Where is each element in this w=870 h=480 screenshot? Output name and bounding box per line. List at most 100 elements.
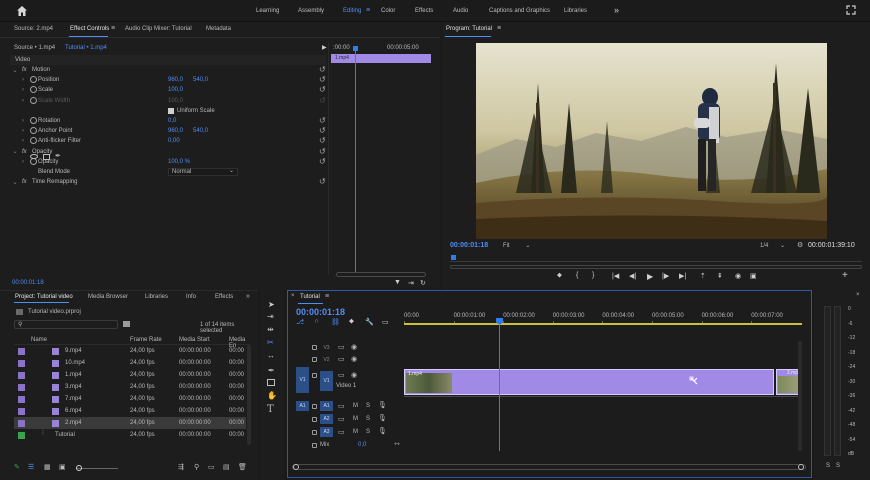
track-lock-icon[interactable] (312, 373, 317, 378)
program-zoom-bar[interactable] (450, 265, 862, 269)
workspace-tab-4[interactable]: Effects (415, 8, 433, 14)
sync-lock-icon[interactable]: ▭ (338, 343, 345, 351)
workspace-tab-6[interactable]: Captions and Graphics (489, 8, 550, 14)
source-label[interactable]: Source • 1.mp4 (14, 45, 55, 51)
chevron-icon[interactable]: ⌄ (12, 148, 18, 155)
project-item-row[interactable]: 6.mp4 24,00 fps 00:00:00:00 00:00 (14, 405, 246, 417)
razor-tool-icon[interactable]: ✂ (267, 338, 274, 347)
project-item-row[interactable]: 3.mp4 24,00 fps 00:00:00:00 00:00 (14, 381, 246, 393)
track-lock-icon[interactable] (312, 417, 317, 422)
automate-to-sequence-icon[interactable]: ⇶ (178, 463, 184, 471)
solo-button[interactable]: S (366, 403, 370, 409)
label-color-swatch[interactable] (18, 420, 25, 427)
program-menu-icon[interactable]: ≡ (497, 25, 501, 32)
track-lock-icon[interactable] (312, 430, 317, 435)
video-clip[interactable]: 1.mp4 (404, 369, 774, 395)
ec-loop-icon[interactable]: ↻ (420, 279, 426, 287)
icon-view-icon[interactable]: ▦ (44, 463, 51, 471)
button-editor-plus-icon[interactable]: + (842, 270, 848, 281)
linked-selection-icon[interactable]: ⛓ (331, 318, 340, 326)
home-icon[interactable] (16, 5, 28, 17)
fit-select[interactable]: Fit ⌄ (503, 242, 530, 249)
source-patch-v1[interactable]: V1 (296, 367, 309, 393)
selection-tool-icon[interactable]: ➤ (268, 300, 275, 309)
reset-parameter-icon[interactable]: ↺ (319, 96, 326, 105)
tab-source[interactable]: Source: 2.mp4 (14, 26, 53, 32)
column-name[interactable]: Name (31, 337, 47, 343)
clip-label[interactable]: Tutorial • 1.mp4 (65, 45, 107, 51)
reset-parameter-icon[interactable]: ↺ (319, 178, 326, 186)
ripple-edit-tool-icon[interactable]: ⇹ (267, 325, 274, 334)
reset-parameter-icon[interactable]: ↺ (319, 137, 326, 145)
chevron-icon[interactable]: › (20, 118, 26, 124)
microphone-icon[interactable]: 🎙 (378, 427, 387, 435)
project-item-row[interactable]: 1.mp4 24,00 fps 00:00:00:00 00:00 (14, 369, 246, 381)
workspace-tab-2[interactable]: Editing (343, 8, 361, 14)
filter-icon[interactable]: ▼ (394, 279, 401, 286)
chevron-icon[interactable]: ⌄ (12, 67, 18, 74)
zoom-slider-thumb[interactable] (76, 465, 82, 471)
track-target-v2[interactable]: V2 (320, 355, 333, 365)
extract-icon[interactable]: ⇞ (717, 272, 723, 280)
chevron-icon[interactable]: › (20, 87, 26, 93)
scrollbar-left-handle[interactable] (293, 464, 299, 470)
mark-in-icon[interactable]: { (576, 272, 578, 279)
expand-arrow-icon[interactable]: ▶ (322, 44, 327, 51)
type-tool-icon[interactable]: T (267, 404, 274, 415)
label-color-swatch[interactable] (18, 432, 25, 439)
project-item-row[interactable]: 10.mp4 24,00 fps 00:00:00:00 00:00 (14, 357, 246, 369)
label-color-swatch[interactable] (18, 384, 25, 391)
property-value-2[interactable]: 540,0 (193, 128, 208, 134)
fullscreen-icon[interactable] (846, 5, 856, 15)
chevron-icon[interactable]: ⌄ (12, 179, 18, 186)
track-area-scrollbar[interactable] (798, 341, 802, 451)
fx-icon[interactable]: fx (22, 67, 27, 73)
step-forward-icon[interactable]: |▶ (662, 272, 669, 280)
ec-scrollbar[interactable] (336, 272, 426, 277)
track-target-v1[interactable]: V1 (320, 371, 333, 391)
tab-metadata[interactable]: Metadata (206, 26, 231, 32)
property-value[interactable]: 100,0 (168, 87, 183, 93)
tab-media-browser[interactable]: Media Browser (88, 294, 128, 300)
timeline-settings-wrench-icon[interactable]: 🔧 (365, 318, 374, 326)
work-area-bar[interactable] (404, 323, 802, 325)
pen-mask-icon[interactable]: ✒ (55, 152, 61, 160)
stopwatch-icon[interactable] (30, 86, 37, 94)
track-target-a2[interactable]: A2 (320, 414, 333, 424)
eye-icon[interactable]: ◉ (351, 355, 357, 363)
solo-button[interactable]: S (366, 429, 370, 435)
effect-controls-menu-icon[interactable]: ≡ (111, 25, 115, 32)
stopwatch-icon[interactable] (30, 76, 37, 84)
property-value[interactable]: 960,0 (168, 128, 183, 134)
label-color-swatch[interactable] (18, 348, 25, 355)
track-target-a3[interactable]: A3 (320, 427, 333, 437)
reset-parameter-icon[interactable]: ↺ (319, 147, 326, 156)
chevron-icon[interactable]: › (20, 138, 26, 144)
comparison-view-icon[interactable]: ▣ (750, 272, 757, 280)
uniform-scale-checkbox[interactable] (168, 107, 174, 114)
rectangle-mask-icon[interactable] (43, 153, 50, 160)
project-item-row[interactable]: ⫶ Tutorial 24,00 fps 00:00:00:00 00:00 (14, 429, 246, 441)
export-frame-icon[interactable]: ◉ (735, 272, 741, 280)
meter-close-icon[interactable]: × (856, 292, 860, 298)
microphone-icon[interactable]: 🎙 (378, 414, 387, 422)
meter-solo-right[interactable]: S (836, 463, 840, 469)
project-search-input[interactable]: ⚲ (14, 320, 118, 329)
blend-mode-select[interactable]: Normal ⌄ (168, 168, 238, 176)
stopwatch-icon[interactable] (30, 117, 37, 124)
workspace-tab-1[interactable]: Assembly (298, 8, 324, 14)
lift-icon[interactable]: ⇡ (700, 272, 706, 280)
tab-effect-controls[interactable]: Effect Controls (70, 26, 109, 32)
ec-export-icon[interactable]: ⇥ (408, 279, 414, 287)
source-patch-a1[interactable]: A1 (296, 401, 309, 411)
add-marker-icon[interactable]: ⬥ (557, 272, 562, 280)
timeline-menu-icon[interactable]: ≡ (325, 293, 329, 300)
tab-audio-clip-mixer[interactable]: Audio Clip Mixer: Tutorial (125, 26, 192, 32)
workspace-menu-icon[interactable]: ≡ (366, 7, 370, 14)
workspace-tab-7[interactable]: Libraries (564, 8, 587, 14)
fx-icon[interactable]: fx (22, 179, 27, 185)
sync-lock-icon[interactable]: ▭ (338, 428, 345, 436)
snap-magnet-icon[interactable]: ∩ (314, 318, 319, 325)
mark-out-icon[interactable]: } (592, 272, 594, 279)
track-lock-icon[interactable] (312, 443, 317, 448)
